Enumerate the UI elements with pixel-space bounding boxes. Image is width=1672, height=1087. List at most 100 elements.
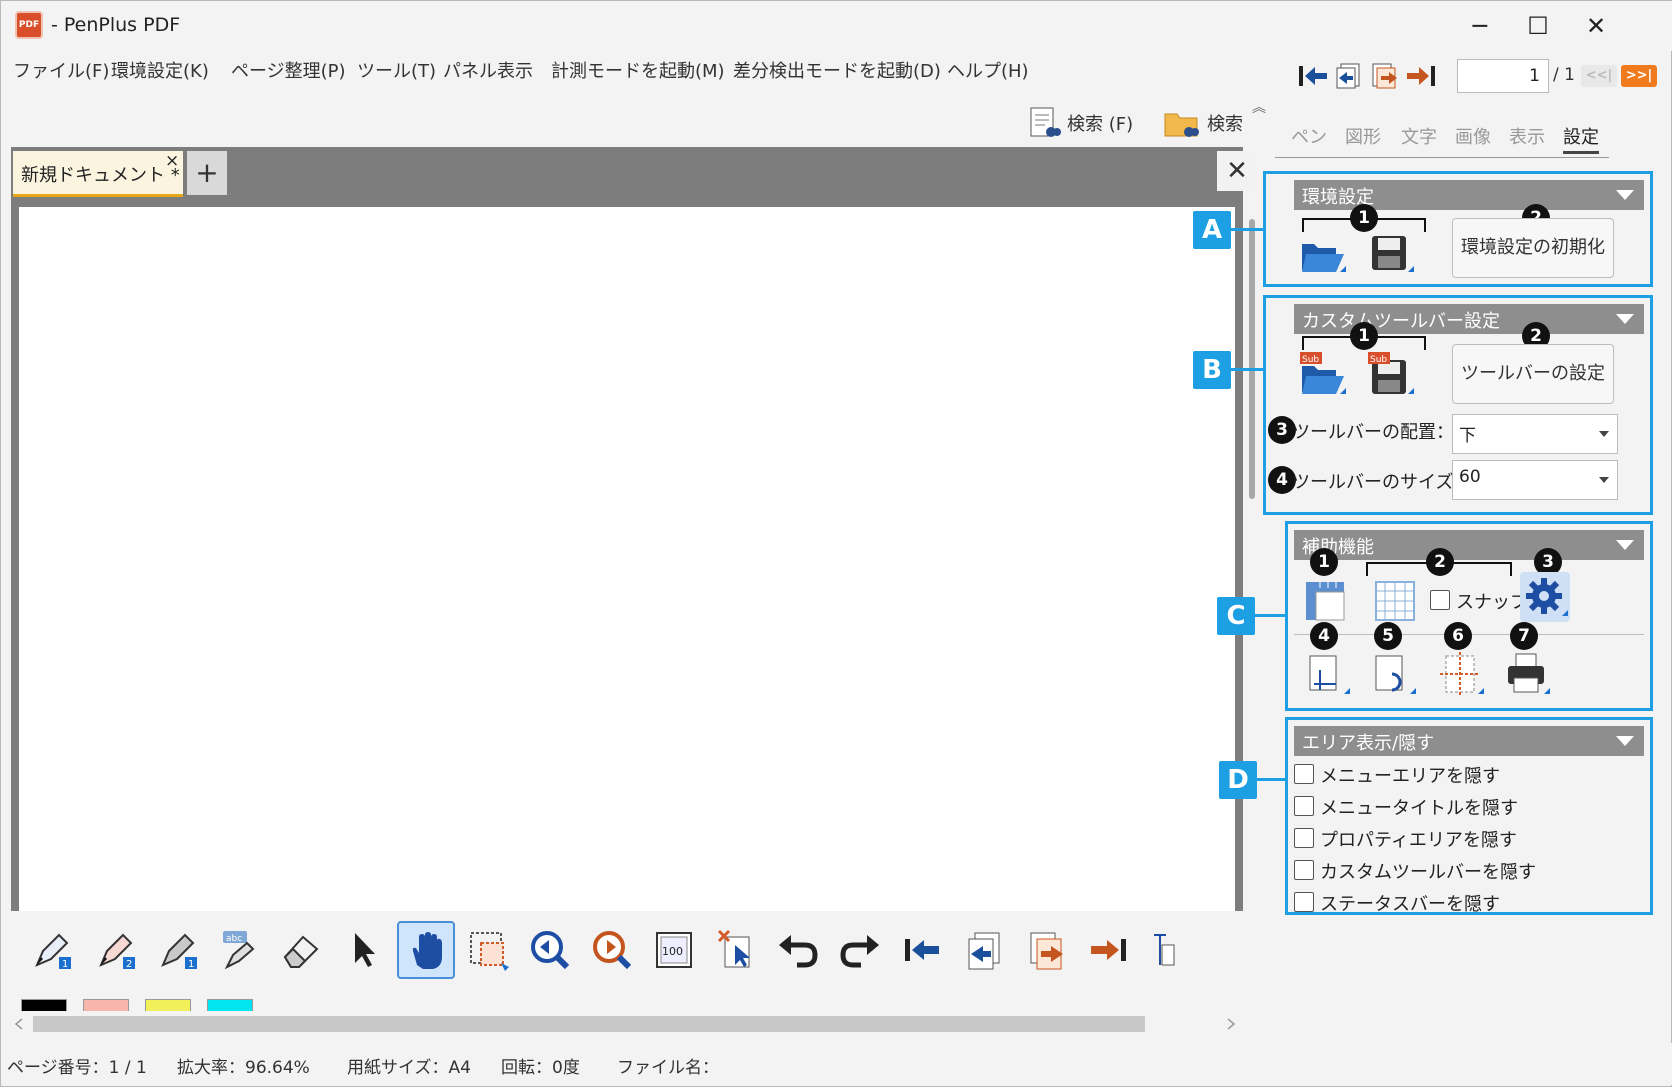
close-document-button[interactable]: ✕ (1217, 151, 1257, 191)
snap-checkbox[interactable] (1430, 590, 1450, 610)
toolbar-size-select[interactable]: 60 (1452, 460, 1618, 500)
section-header[interactable]: 補助機能 (1294, 530, 1644, 560)
pen-1-icon[interactable]: 1 (23, 921, 81, 979)
horizontal-scroll-thumb[interactable] (33, 1016, 1145, 1032)
reset-preferences-button[interactable]: 環境設定の初期化 (1452, 218, 1614, 278)
toolbar-placement-select[interactable]: 下 (1452, 414, 1618, 454)
toolbar-settings-button[interactable]: ツールバーの設定 (1452, 344, 1614, 404)
open-folder-icon[interactable] (1298, 230, 1348, 280)
section-header[interactable]: エリア表示/隠す (1294, 726, 1644, 756)
section-header[interactable]: 環境設定 (1294, 180, 1644, 210)
undo-icon[interactable] (769, 921, 827, 979)
zoom-in-icon[interactable] (583, 921, 641, 979)
section-custom-toolbar: カスタムツールバー設定 1 2 Sub Sub ツールバーの設定 3 ツールバー… (1263, 295, 1653, 515)
hide-custom-toolbar-checkbox[interactable] (1294, 860, 1314, 880)
svg-text:Sub: Sub (1302, 355, 1319, 365)
menu-file[interactable]: ファイル(F) (13, 57, 109, 83)
menu-help[interactable]: ヘルプ(H) (947, 57, 1029, 83)
crop-page-icon[interactable] (1302, 650, 1352, 700)
text-highlighter-icon[interactable]: abc (211, 921, 269, 979)
grid-icon[interactable] (1370, 576, 1420, 626)
maximize-button[interactable]: ☐ (1515, 7, 1561, 45)
section-header[interactable]: カスタムツールバー設定 (1294, 304, 1644, 334)
label-b: B (1193, 351, 1231, 389)
zoom-100-icon[interactable]: 100 (645, 921, 703, 979)
toolbar-prev-page-icon[interactable] (955, 921, 1013, 979)
page-number-input[interactable]: 1 (1457, 59, 1549, 93)
tab-shape[interactable]: 図形 (1345, 123, 1381, 149)
print-icon[interactable] (1502, 650, 1552, 700)
menu-preferences[interactable]: 環境設定(K) (111, 57, 209, 83)
tab-settings[interactable]: 設定 (1563, 123, 1599, 154)
toolbar-last-page-icon[interactable] (1079, 921, 1137, 979)
collapse-arrow-icon[interactable] (1616, 190, 1634, 200)
label-a: A (1193, 211, 1231, 249)
menu-bar: ファイル(F) 環境設定(K) ページ整理(P) ツール(T) パネル表示 計測… (1, 51, 1271, 91)
save-disk-icon[interactable] (1366, 230, 1416, 280)
insert-text-icon[interactable] (1141, 921, 1181, 979)
search-document-icon (1030, 107, 1061, 137)
open-sub-toolbar-icon[interactable]: Sub (1298, 350, 1348, 400)
add-tab-button[interactable]: + (187, 151, 227, 195)
select-arrow-icon[interactable] (335, 921, 393, 979)
fast-back-button[interactable]: <<| (1581, 65, 1617, 87)
last-page-icon[interactable] (1405, 61, 1437, 91)
next-page-icon[interactable] (1369, 61, 1401, 91)
hand-tool-icon[interactable] (397, 921, 455, 979)
menu-diff-mode[interactable]: 差分検出モードを起動(D) (733, 57, 941, 83)
toolbar-first-page-icon[interactable] (893, 921, 951, 979)
search-folder-button[interactable]: 検索 (1163, 105, 1243, 141)
close-window-button[interactable]: ✕ (1573, 7, 1619, 45)
scroll-left-icon[interactable] (13, 1017, 25, 1031)
split-page-icon[interactable] (1436, 650, 1486, 700)
marker-4: 4 (1310, 622, 1338, 650)
redo-icon[interactable] (831, 921, 889, 979)
menu-page-organize[interactable]: ページ整理(P) (231, 57, 346, 83)
panel-scroll-up-icon[interactable]: ︽ (1249, 97, 1269, 147)
settings-gear-icon[interactable] (1520, 572, 1570, 622)
first-page-icon[interactable] (1297, 61, 1329, 91)
tab-display[interactable]: 表示 (1509, 123, 1545, 149)
minimize-button[interactable]: ─ (1457, 7, 1503, 45)
tab-text[interactable]: 文字 (1401, 123, 1437, 149)
highlighter-icon[interactable]: 1 (149, 921, 207, 979)
toolbar-size-label: ツールバーのサイズ： (1292, 472, 1472, 493)
search-text-button[interactable]: 検索 (F) (1027, 105, 1133, 141)
section-area-visibility: エリア表示/隠す メニューエリアを隠す メニュータイトルを隠す プロパティエリア… (1285, 717, 1653, 915)
horizontal-scrollbar[interactable] (11, 1011, 1243, 1037)
hide-status-bar-checkbox[interactable] (1294, 892, 1314, 912)
zoom-out-icon[interactable] (521, 921, 579, 979)
custom-toolbar: 1 2 1 abc 100 (11, 913, 1243, 1023)
rotate-page-icon[interactable] (1368, 650, 1418, 700)
tab-pen[interactable]: ペン (1291, 123, 1327, 149)
pen-2-icon[interactable]: 2 (87, 921, 145, 979)
menu-panel-display[interactable]: パネル表示 (443, 57, 533, 83)
toolbar-next-page-icon[interactable] (1017, 921, 1075, 979)
hide-menu-title-checkbox[interactable] (1294, 796, 1314, 816)
svg-text:1: 1 (62, 959, 68, 970)
ruler-icon[interactable] (1300, 576, 1350, 626)
collapse-arrow-icon[interactable] (1616, 314, 1634, 324)
hide-property-area-checkbox[interactable] (1294, 828, 1314, 848)
delete-page-icon[interactable] (707, 921, 765, 979)
scroll-thumb[interactable] (1249, 219, 1255, 499)
scroll-right-icon[interactable] (1225, 1017, 1237, 1031)
tab-image[interactable]: 画像 (1455, 123, 1491, 149)
eraser-icon[interactable] (273, 921, 331, 979)
collapse-arrow-icon[interactable] (1616, 540, 1634, 550)
menu-measure-mode[interactable]: 計測モードを起動(M) (551, 57, 725, 83)
collapse-arrow-icon[interactable] (1616, 736, 1634, 746)
area-select-icon[interactable] (459, 921, 517, 979)
document-tab[interactable]: 新規ドキュメント * × (13, 151, 183, 197)
svg-text:Sub: Sub (1370, 355, 1387, 365)
menu-tools[interactable]: ツール(T) (357, 57, 436, 83)
fast-forward-button[interactable]: >>| (1621, 65, 1657, 87)
tab-close-icon[interactable]: × (165, 151, 179, 171)
svg-text:abc: abc (226, 934, 242, 944)
toolbar-placement-value: 下 (1459, 426, 1476, 446)
prev-page-icon[interactable] (1333, 61, 1365, 91)
hide-menu-area-checkbox[interactable] (1294, 764, 1314, 784)
vertical-scrollbar[interactable] (1243, 199, 1263, 911)
save-sub-toolbar-icon[interactable]: Sub (1366, 350, 1416, 400)
pdf-page[interactable] (19, 207, 1235, 911)
